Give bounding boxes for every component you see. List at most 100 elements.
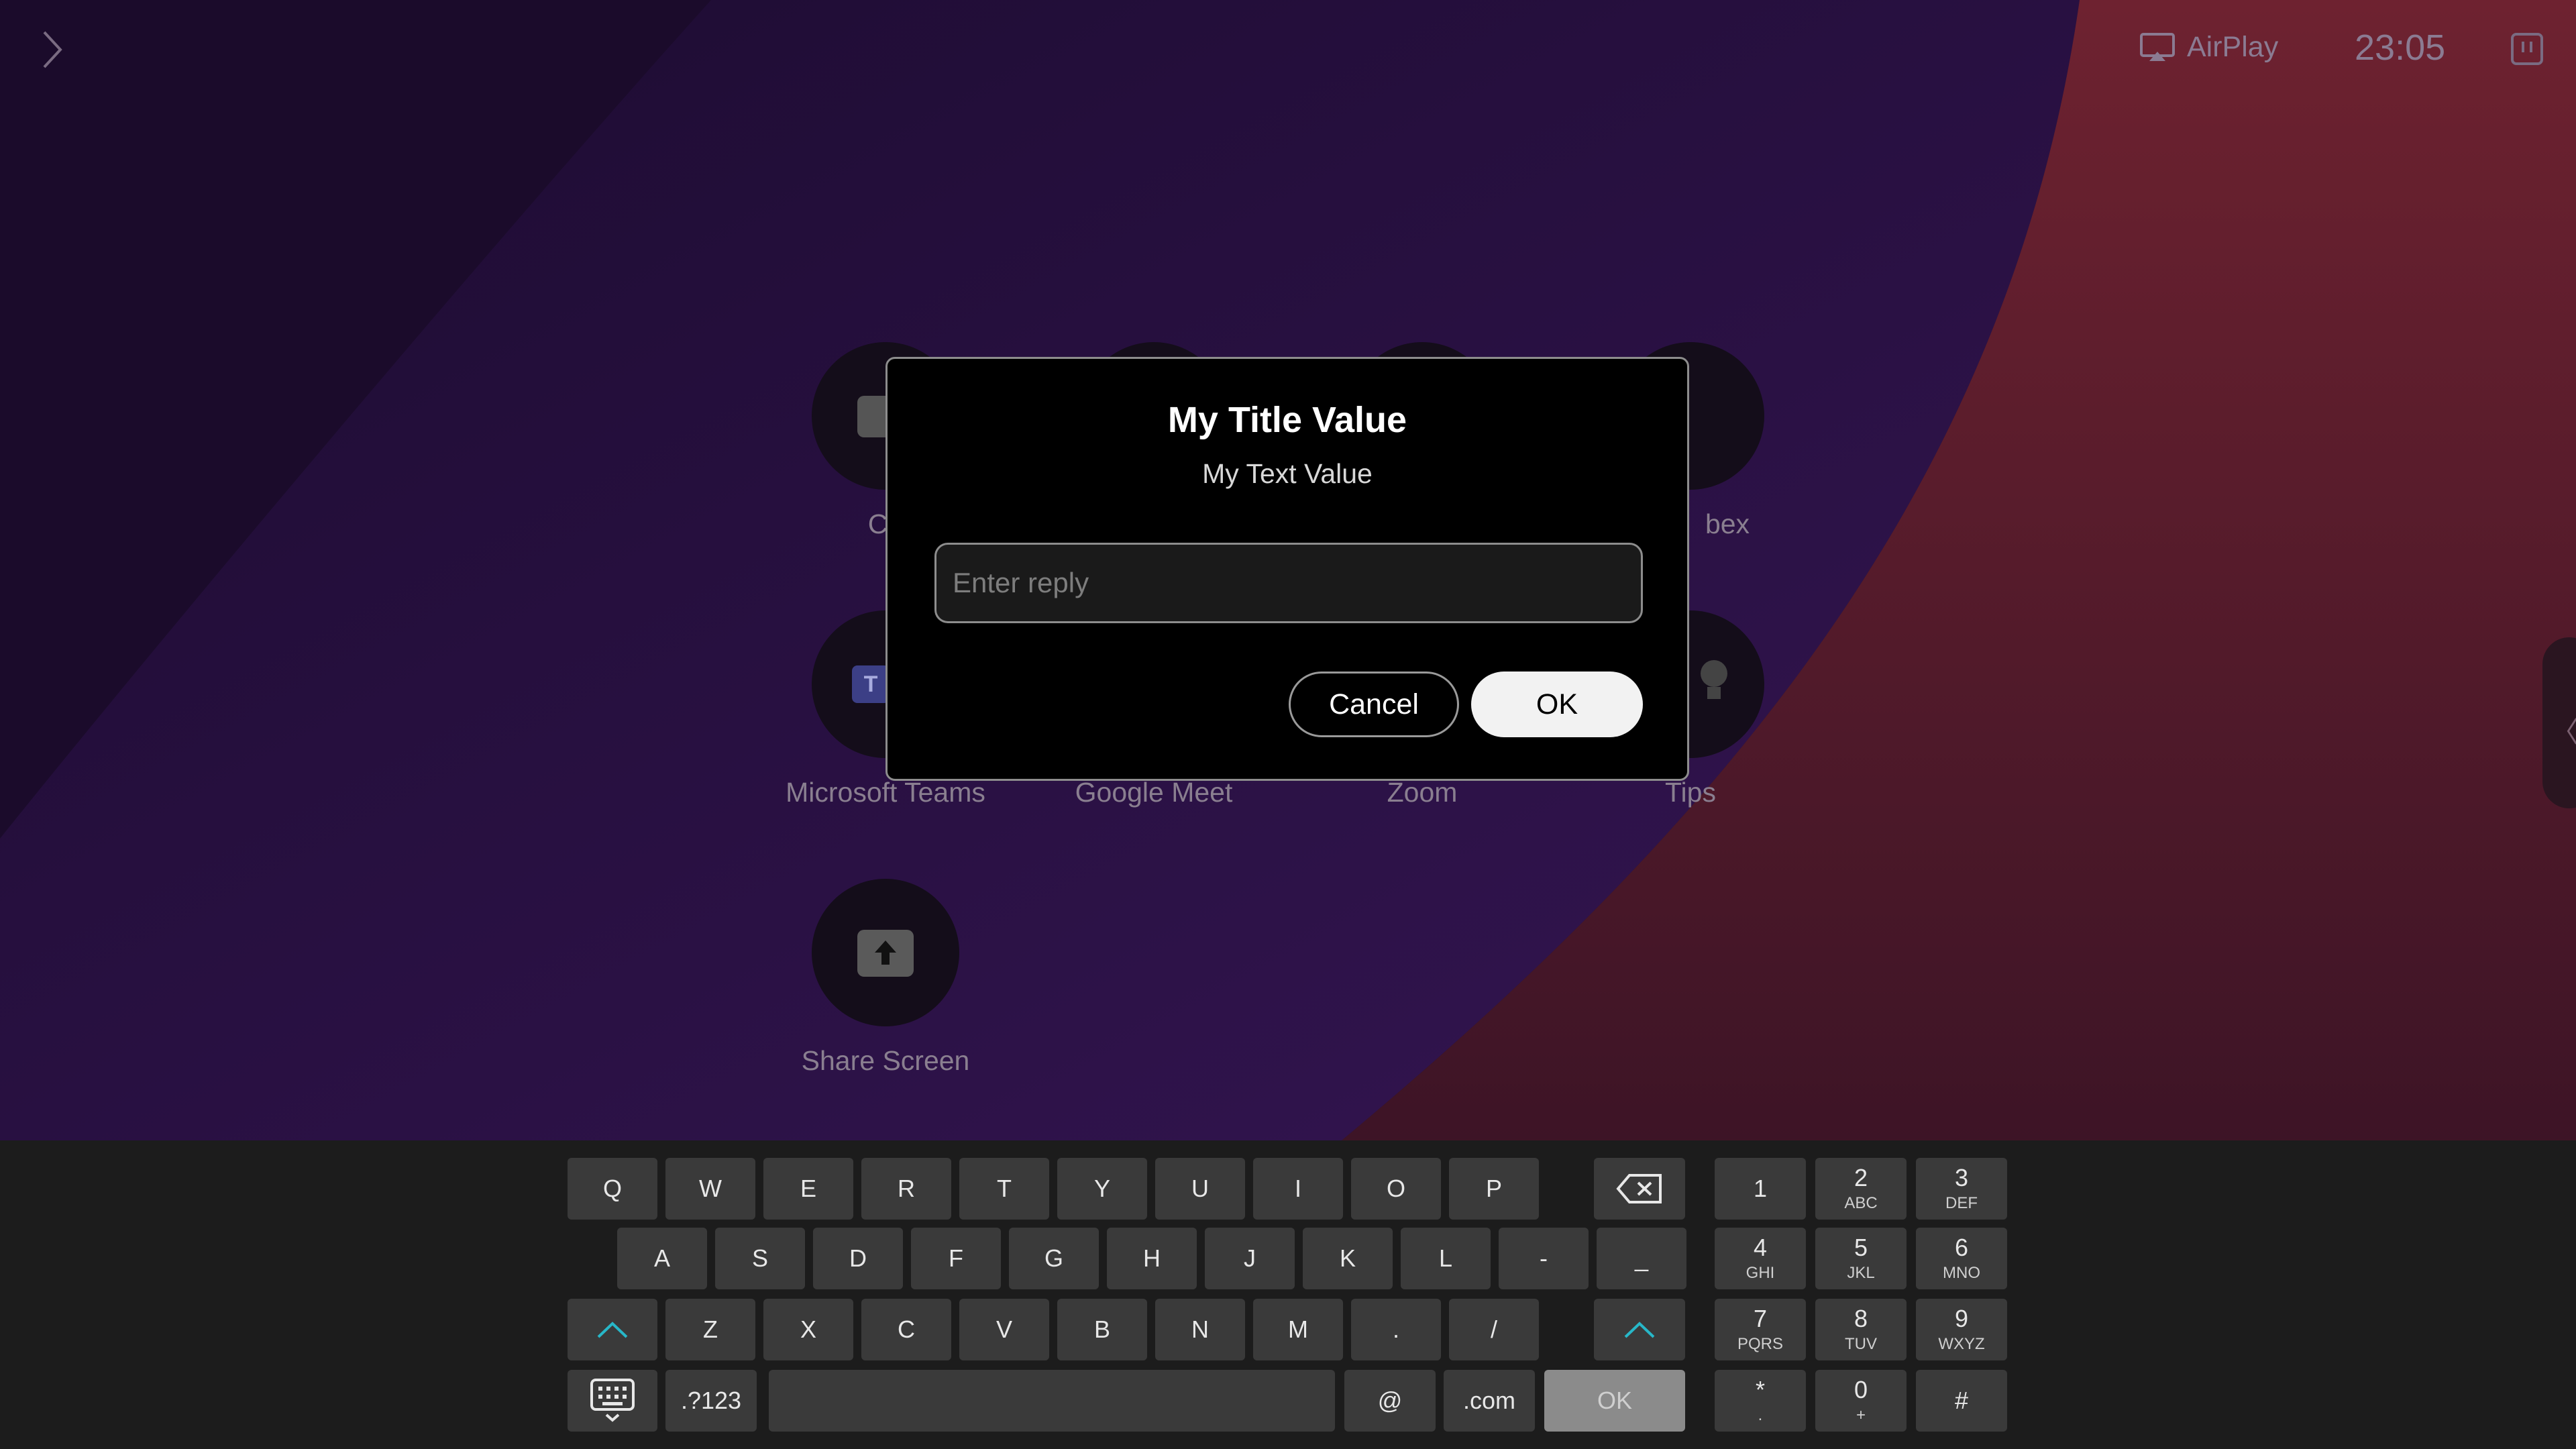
numpad-digit: 6 <box>1954 1234 1969 1261</box>
numpad-key[interactable]: 3 DEF <box>1916 1158 2007 1220</box>
panel-toggle-icon[interactable] <box>2510 32 2544 66</box>
share-screen-icon <box>857 930 914 977</box>
numpad-key[interactable]: *. <box>1715 1370 1806 1432</box>
key[interactable]: X <box>763 1299 853 1360</box>
numpad-key[interactable]: 4 GHI <box>1715 1228 1806 1289</box>
key[interactable]: / <box>1449 1299 1539 1360</box>
shift-key-left[interactable] <box>568 1299 657 1360</box>
numpad-key[interactable]: 1 <box>1715 1158 1806 1220</box>
key[interactable]: T <box>959 1158 1049 1220</box>
numpad-letters: GHI <box>1746 1264 1775 1282</box>
airplay-label: AirPlay <box>2187 31 2279 63</box>
numpad-key[interactable]: 2 ABC <box>1815 1158 1907 1220</box>
key[interactable]: S <box>715 1228 805 1289</box>
key[interactable]: V <box>959 1299 1049 1360</box>
key[interactable]: G <box>1009 1228 1099 1289</box>
dotcom-key[interactable]: .com <box>1444 1370 1535 1432</box>
key[interactable]: A <box>617 1228 707 1289</box>
keyboard-hide-icon <box>590 1379 635 1422</box>
key[interactable]: E <box>763 1158 853 1220</box>
key[interactable]: H <box>1107 1228 1197 1289</box>
key[interactable]: Z <box>665 1299 755 1360</box>
key[interactable]: R <box>861 1158 951 1220</box>
symbols-key[interactable]: .?123 <box>665 1370 757 1432</box>
key[interactable]: _ <box>1597 1228 1686 1289</box>
prompt-dialog: My Title Value My Text Value Cancel OK <box>885 357 1689 781</box>
key[interactable]: Y <box>1057 1158 1147 1220</box>
chevron-left-icon: 〈 <box>2551 716 2576 748</box>
at-key[interactable]: @ <box>1344 1370 1436 1432</box>
app-label: Google Meet <box>1075 777 1233 808</box>
key[interactable]: C <box>861 1299 951 1360</box>
backspace-icon <box>1616 1174 1662 1203</box>
key[interactable]: I <box>1253 1158 1343 1220</box>
key[interactable]: N <box>1155 1299 1245 1360</box>
numpad-digit: 2 <box>1854 1164 1868 1191</box>
numpad-key[interactable]: 8 TUV <box>1815 1299 1907 1360</box>
numpad-digit: 0 <box>1854 1376 1868 1403</box>
numpad-key[interactable]: 7 PQRS <box>1715 1299 1806 1360</box>
space-key[interactable] <box>769 1370 1335 1432</box>
cancel-button[interactable]: Cancel <box>1289 672 1459 737</box>
app-label: Microsoft Teams <box>786 777 985 808</box>
numpad-letters: . <box>1758 1406 1763 1424</box>
numpad-key[interactable]: 9 WXYZ <box>1916 1299 2007 1360</box>
backspace-key[interactable] <box>1594 1158 1685 1220</box>
reply-input[interactable] <box>934 543 1643 623</box>
key[interactable]: M <box>1253 1299 1343 1360</box>
dialog-text: My Text Value <box>1202 458 1373 489</box>
key[interactable]: P <box>1449 1158 1539 1220</box>
key[interactable]: . <box>1351 1299 1441 1360</box>
teams-icon: T <box>852 665 890 703</box>
app-label: Share Screen <box>801 1045 970 1076</box>
numpad-digit: 4 <box>1753 1234 1768 1261</box>
numpad-letters: DEF <box>1945 1194 1978 1212</box>
key[interactable]: Q <box>568 1158 657 1220</box>
lightbulb-icon <box>1701 660 1727 699</box>
hide-keyboard-key[interactable] <box>568 1370 657 1432</box>
keyboard-ok-key[interactable]: OK <box>1544 1370 1685 1432</box>
numpad-letters: ABC <box>1844 1194 1878 1212</box>
app-label: Tips <box>1665 777 1716 808</box>
numpad-digit: 7 <box>1753 1305 1768 1332</box>
numpad-letters: PQRS <box>1737 1335 1783 1353</box>
app-label: Zoom <box>1387 777 1458 808</box>
key[interactable]: O <box>1351 1158 1441 1220</box>
numpad-key[interactable]: # <box>1916 1370 2007 1432</box>
numpad-letters: WXYZ <box>1938 1335 1985 1353</box>
key[interactable]: L <box>1401 1228 1491 1289</box>
numpad-key[interactable]: 6 MNO <box>1916 1228 2007 1289</box>
ok-button[interactable]: OK <box>1471 672 1643 737</box>
shift-icon <box>597 1322 628 1338</box>
chevron-right-icon[interactable] <box>39 30 66 70</box>
numpad-digit: 8 <box>1854 1305 1868 1332</box>
numpad-digit: 5 <box>1854 1234 1868 1261</box>
key[interactable]: J <box>1205 1228 1295 1289</box>
numpad-letters: TUV <box>1845 1335 1877 1353</box>
dialog-title: My Title Value <box>1167 400 1407 440</box>
key[interactable]: W <box>665 1158 755 1220</box>
shift-key-right[interactable] <box>1594 1299 1685 1360</box>
app-tile-share-screen[interactable]: Share Screen <box>751 879 1020 1077</box>
numpad-letters: JKL <box>1847 1264 1875 1282</box>
key[interactable]: K <box>1303 1228 1393 1289</box>
numpad-digit: 3 <box>1954 1164 1969 1191</box>
on-screen-keyboard: Q W E R T Y U I O P A S D F G H J K L - _ Z X C V B N M./ 1 2 ABC 3 DEF… <box>0 1140 2576 1449</box>
key[interactable]: U <box>1155 1158 1245 1220</box>
numpad-digit: * <box>1755 1376 1765 1403</box>
numpad-key[interactable]: 0 + <box>1815 1370 1907 1432</box>
key[interactable]: D <box>813 1228 903 1289</box>
airplay-button[interactable]: AirPlay <box>2140 31 2278 64</box>
clock: 23:05 <box>2355 28 2446 68</box>
side-panel-handle[interactable]: 〈 <box>2542 637 2576 808</box>
key[interactable]: B <box>1057 1299 1147 1360</box>
numpad-letters: + <box>1856 1406 1866 1424</box>
numpad-digit: 1 <box>1753 1175 1768 1202</box>
numpad-digit: # <box>1954 1387 1969 1414</box>
key[interactable]: - <box>1499 1228 1589 1289</box>
key[interactable]: F <box>911 1228 1001 1289</box>
app-circle <box>812 879 959 1026</box>
numpad-digit: 9 <box>1954 1305 1969 1332</box>
numpad-key[interactable]: 5 JKL <box>1815 1228 1907 1289</box>
numpad-letters: MNO <box>1943 1264 1980 1282</box>
